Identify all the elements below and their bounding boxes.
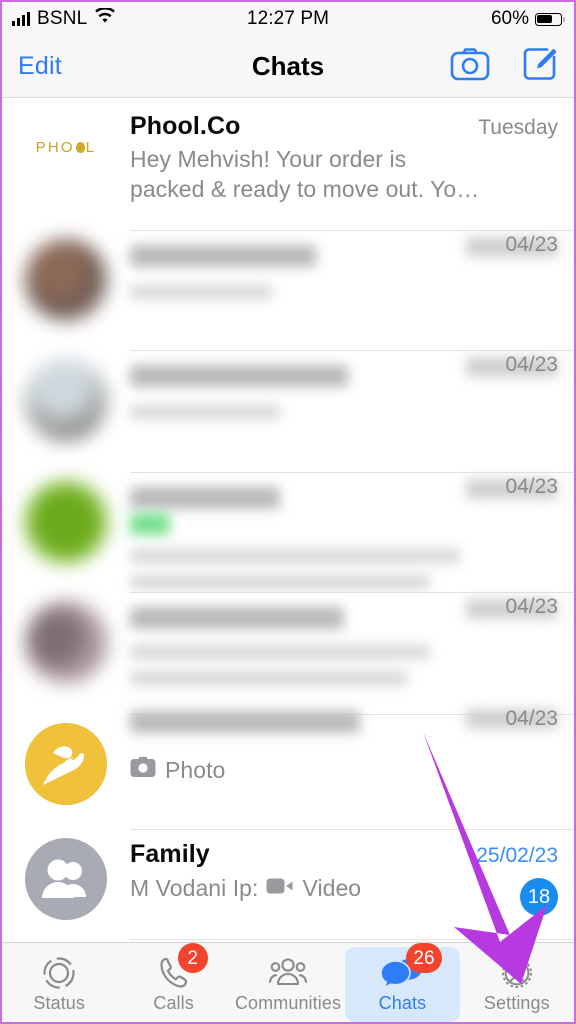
unread-count-badge: 18 (520, 878, 558, 916)
phone-screen: BSNL 12:27 PM 60% Edit Chats PHO L Phool… (0, 0, 576, 1024)
chat-preview-line-2: packed & ready to move out. Yo… (130, 176, 480, 203)
chat-row-family[interactable]: Family 25/02/23 M Vodani Ip: Video 18 (2, 830, 574, 940)
chat-row-header: Family 25/02/23 (130, 840, 558, 869)
avatar-column (2, 830, 130, 940)
tab-label: Chats (378, 993, 427, 1013)
camera-icon[interactable] (450, 47, 490, 86)
chat-row-blurred-2[interactable]: 04/23 (2, 351, 574, 473)
chat-timestamp: 25/02/23 (476, 844, 558, 867)
tab-settings[interactable]: Settings (460, 943, 574, 1022)
avatar-column (2, 715, 130, 830)
edit-button[interactable]: Edit (18, 52, 62, 81)
tab-calls[interactable]: 2 Calls (116, 943, 230, 1022)
wifi-icon (94, 6, 116, 30)
tab-inner: Settings (460, 947, 574, 1022)
phool-logo-avatar: PHO L (25, 106, 107, 188)
status-bar-left: BSNL (12, 6, 116, 30)
chat-preview-sender: M Vodani Ip: (130, 875, 259, 901)
tab-label: Settings (483, 993, 550, 1013)
chat-row-blurred-4[interactable]: 04/23 (2, 593, 574, 715)
tab-inner: Status (2, 947, 116, 1022)
chat-row-blurred-3[interactable]: 04/23 (2, 473, 574, 593)
chat-row-body: Phool.Co Tuesday Hey Mehvish! Your order… (130, 98, 574, 231)
tab-inner: 26 Chats (345, 943, 460, 1022)
blurred-photo-avatar (25, 359, 107, 441)
chat-name: Family (130, 840, 210, 868)
chat-timestamp: 04/23 (505, 353, 558, 376)
tab-status[interactable]: Status (2, 943, 116, 1022)
carrier-label: BSNL (37, 8, 88, 29)
avatar-column (2, 231, 130, 351)
chat-row-body: 04/23 (130, 473, 574, 593)
navigation-bar: Edit Chats (2, 36, 574, 98)
avatar-column (2, 351, 130, 473)
avatar-column: PHO L (2, 98, 130, 231)
blurred-green-avatar (25, 481, 107, 563)
status-rings-icon (41, 955, 77, 991)
calls-badge: 2 (177, 943, 208, 973)
phool-logo-text: PHO L (35, 138, 97, 156)
signal-bars-icon (12, 12, 30, 26)
tab-label: Status (33, 993, 86, 1013)
chat-timestamp: 04/23 (505, 595, 558, 618)
chat-preview-text: Video (302, 875, 362, 901)
chat-timestamp: 04/23 (505, 475, 558, 498)
chat-row-body: 04/23 (130, 351, 574, 473)
chat-row-body: 04/23 (130, 593, 574, 715)
blurred-photo-avatar (25, 239, 107, 321)
video-camera-icon (266, 873, 294, 903)
chat-row-body: 04/23 (130, 231, 574, 351)
chat-timestamp: 04/23 (505, 707, 558, 730)
communities-icon (267, 955, 309, 991)
chat-list: PHO L Phool.Co Tuesday Hey Mehvish! Your … (2, 98, 574, 940)
tab-label: Calls (153, 993, 194, 1013)
tab-communities[interactable]: Communities (231, 943, 345, 1022)
chat-row-body: Family 25/02/23 M Vodani Ip: Video 18 (130, 830, 574, 940)
chat-row-body: 04/23 Photo (130, 707, 574, 830)
avatar-column (2, 593, 130, 715)
nav-actions (450, 46, 558, 87)
tab-inner: Communities (231, 947, 345, 1022)
chat-name: Phool.Co (130, 112, 241, 140)
compose-icon[interactable] (522, 46, 558, 87)
yellow-hands-avatar (25, 723, 107, 805)
camera-icon (130, 755, 156, 785)
gear-icon (498, 955, 536, 991)
status-bar-right: 60% (490, 8, 565, 30)
avatar-column (2, 473, 130, 593)
chat-timestamp: Tuesday (478, 116, 558, 139)
chat-row-header: Phool.Co Tuesday (130, 112, 558, 141)
chat-preview-photo: Photo (130, 755, 558, 785)
blurred-photo-avatar (25, 601, 107, 683)
group-people-avatar (25, 838, 107, 920)
tab-chats[interactable]: 26 Chats (345, 943, 460, 1022)
chat-preview-text: Photo (165, 757, 226, 783)
chat-preview-family: M Vodani Ip: Video (130, 873, 558, 903)
status-bar: BSNL 12:27 PM 60% (2, 2, 574, 36)
chats-badge: 26 (406, 943, 442, 973)
chat-row-phool[interactable]: PHO L Phool.Co Tuesday Hey Mehvish! Your … (2, 98, 574, 231)
chat-row-photo[interactable]: 04/23 Photo (2, 707, 574, 830)
chat-preview-line-1: Hey Mehvish! Your order is (130, 146, 407, 172)
tab-inner: 2 Calls (116, 943, 230, 1022)
tab-label: Communities (234, 993, 342, 1013)
tab-bar: Status 2 Calls Communities 26 Chats Sett… (2, 942, 574, 1022)
chat-timestamp: 04/23 (505, 233, 558, 256)
chat-row-blurred-1[interactable]: 04/23 (2, 231, 574, 351)
battery-icon (535, 12, 565, 26)
battery-percent-label: 60% (490, 8, 529, 29)
